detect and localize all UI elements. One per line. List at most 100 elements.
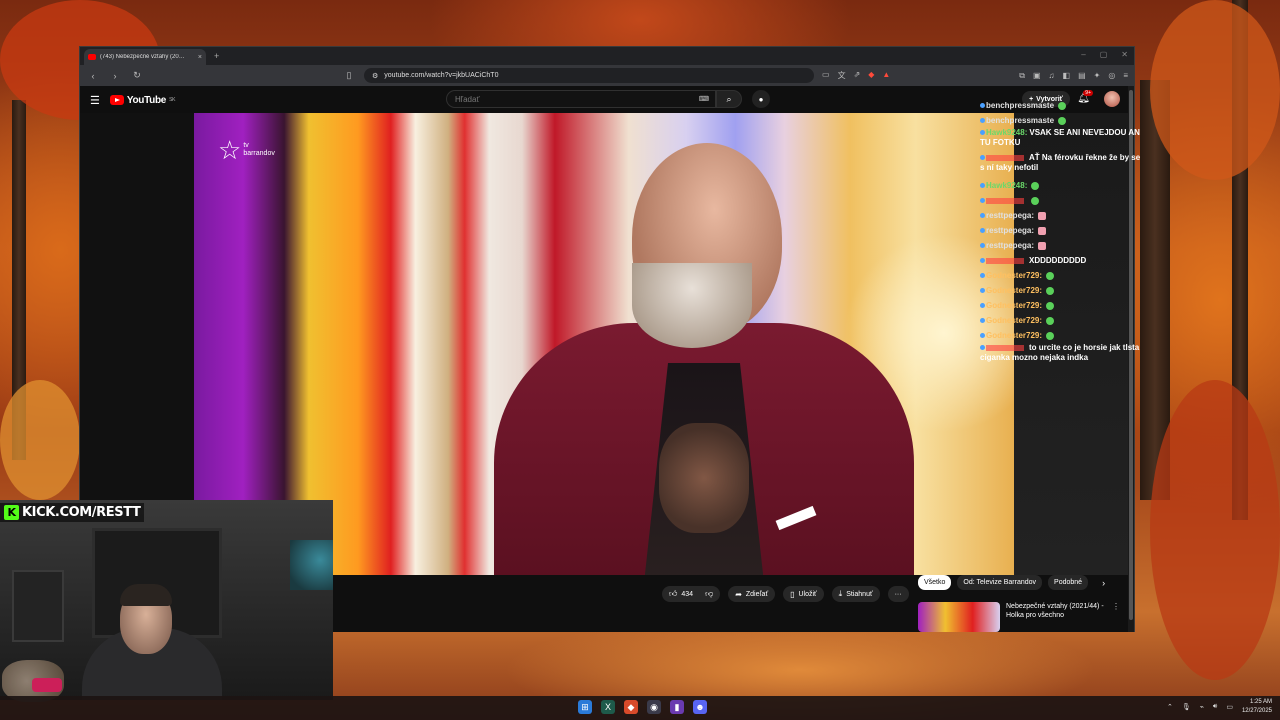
chat-username[interactable] xyxy=(986,344,1024,351)
chip-related[interactable]: Podobné xyxy=(1048,575,1089,590)
system-tray: ⌃ 🎙︎ ⌁ 🔊︎ ▭ 1:25 AM 12/27/2025 xyxy=(1167,698,1272,716)
obs-icon[interactable]: ◉ xyxy=(647,700,661,714)
chat-emote-icon xyxy=(1046,286,1055,295)
extensions-toolbar: ⧉ ▣ ♫ ◧ ▤ ✦ ◎ ≡ xyxy=(1019,71,1128,81)
foliage xyxy=(1150,0,1280,180)
chat-username[interactable]: benchpressmaste xyxy=(986,101,1054,110)
close-window-button[interactable]: ✕ xyxy=(1121,50,1128,59)
extensions-icon[interactable]: ⧉ xyxy=(1019,71,1025,81)
share-icon[interactable]: ⇗ xyxy=(854,70,861,81)
youtube-logo[interactable]: YouTube SK xyxy=(109,95,175,106)
more-actions-button[interactable]: ··· xyxy=(887,586,909,602)
recommended-title[interactable]: Nebezpečné vztahy (2021/44) - Holka pro … xyxy=(1006,602,1106,632)
chip-from-channel[interactable]: Od: Televize Barrandov xyxy=(957,575,1043,590)
chat-badge-icon xyxy=(980,118,985,124)
chat-message: Hawk9248: VSAK SE ANI NEVEJDOU AN TU FOTK… xyxy=(980,128,1142,148)
beard xyxy=(632,263,752,348)
brave-browser-icon[interactable]: ◆ xyxy=(624,700,638,714)
chat-username[interactable]: resttpepega: xyxy=(986,226,1034,235)
search-input[interactable]: Hľadať ⌨ xyxy=(446,90,716,108)
clock[interactable]: 1:25 AM 12/27/2025 xyxy=(1242,698,1272,716)
volume-icon[interactable]: 🔊︎ xyxy=(1213,703,1217,711)
more-icon: ··· xyxy=(894,590,902,598)
chat-badge-icon xyxy=(980,198,985,204)
voice-search-button[interactable]: ● xyxy=(752,90,770,108)
search-button[interactable]: ⌕ xyxy=(716,90,742,108)
chat-username[interactable]: Godnester729: xyxy=(986,301,1042,310)
new-tab-button[interactable]: + xyxy=(214,51,219,61)
chat-username[interactable] xyxy=(986,257,1024,264)
chevron-right-icon[interactable]: › xyxy=(1102,578,1105,588)
kebab-menu-icon[interactable]: ⋮ xyxy=(1112,602,1120,632)
chat-username[interactable]: Godnester729: xyxy=(986,316,1042,325)
screenshot-icon[interactable]: ▣ xyxy=(1033,71,1041,81)
chat-message: resttpepega: xyxy=(980,223,1150,238)
chat-username[interactable]: Hawk9248: xyxy=(986,128,1027,137)
tray-chevron-icon[interactable]: ⌃ xyxy=(1167,703,1173,711)
lamp xyxy=(290,540,333,590)
menu-icon[interactable]: ≡ xyxy=(1123,71,1128,81)
reload-icon[interactable]: ↻ xyxy=(130,70,144,81)
wallet-icon[interactable]: ✦ xyxy=(1094,71,1101,81)
keyboard-icon[interactable]: ⌨ xyxy=(699,95,709,103)
chat-username[interactable]: resttpepega: xyxy=(986,211,1034,220)
chat-message: benchpressmaste xyxy=(980,113,1150,128)
excel-icon[interactable]: X xyxy=(601,700,615,714)
forward-icon[interactable]: › xyxy=(108,71,122,81)
chat-username[interactable] xyxy=(986,197,1024,204)
vpn-icon[interactable]: ◎ xyxy=(1108,71,1115,81)
chat-username[interactable]: benchpressmaste xyxy=(986,116,1054,125)
share-label: Zdieľať xyxy=(745,590,769,598)
chat-username[interactable]: resttpepega: xyxy=(986,241,1034,250)
discord-icon[interactable]: ☻ xyxy=(693,700,707,714)
chip-all[interactable]: Všetko xyxy=(918,575,952,590)
close-tab-icon[interactable]: × xyxy=(198,54,202,61)
hamburger-menu-icon[interactable]: ☰ xyxy=(90,94,100,107)
chat-username[interactable]: Godnester729: xyxy=(986,331,1042,340)
save-button[interactable]: ▯ Uložiť xyxy=(783,586,824,602)
download-icon: ⤓ xyxy=(838,589,843,598)
like-button[interactable]: 👍︎ 434 👎︎ xyxy=(662,586,721,602)
back-icon[interactable]: ‹ xyxy=(86,71,100,81)
brave-shield-icon[interactable]: ◆ xyxy=(868,70,874,81)
maximize-button[interactable]: ▢ xyxy=(1100,50,1108,59)
save-label: Uložiť xyxy=(798,590,817,598)
recommended-video[interactable]: Nebezpečné vztahy (2021/44) - Holka pro … xyxy=(918,602,1120,632)
watermark-tv: tv xyxy=(243,142,249,150)
chat-username[interactable]: Godnester729: xyxy=(986,286,1042,295)
reader-icon[interactable]: ▭ xyxy=(822,70,830,81)
chat-badge-icon xyxy=(980,130,985,136)
share-button[interactable]: ➦ Zdieľať xyxy=(728,586,776,602)
chat-badge-icon xyxy=(980,303,985,309)
chat-message: benchpressmaste xyxy=(980,98,1150,113)
media-icon[interactable]: ♫ xyxy=(1049,71,1055,81)
chat-emote-icon xyxy=(1038,241,1047,250)
video-thumbnail[interactable] xyxy=(918,602,1000,632)
bookmark-icon[interactable]: ▯ xyxy=(342,70,356,81)
chat-message: Godnester729: xyxy=(980,283,1150,298)
shirt-print xyxy=(659,423,749,533)
twitch-icon[interactable]: ▮ xyxy=(670,700,684,714)
chat-badge-icon xyxy=(980,333,985,339)
rewards-icon[interactable]: ▲ xyxy=(882,70,890,81)
windows-start-icon[interactable]: ⊞ xyxy=(578,700,592,714)
chat-username[interactable] xyxy=(986,154,1024,161)
sidebar-icon[interactable]: ◧ xyxy=(1063,71,1071,81)
browser-tab[interactable]: (743) Nebezpečné vztahy (20… × xyxy=(84,49,206,65)
watermark-text: barrandov xyxy=(243,150,275,157)
battery-icon[interactable]: ▭ xyxy=(1226,703,1233,711)
download-button[interactable]: ⤓ Stiahnuť xyxy=(831,586,880,602)
translate-icon[interactable]: 文 xyxy=(838,70,846,81)
minimize-button[interactable]: – xyxy=(1081,50,1085,59)
chat-username[interactable]: Hawk9248: xyxy=(986,181,1027,190)
url-field[interactable]: ⚙ youtube.com/watch?v=jkbUACiChT0 xyxy=(364,68,814,83)
chat-username[interactable]: Godnester729: xyxy=(986,271,1042,280)
network-icon[interactable]: ⌁ xyxy=(1200,703,1204,711)
chat-emote-icon xyxy=(1046,301,1055,310)
microphone-tray-icon[interactable]: 🎙︎ xyxy=(1182,703,1191,711)
thumbs-down-icon[interactable]: 👎︎ xyxy=(705,589,713,599)
tabs-icon[interactable]: ▤ xyxy=(1078,71,1086,81)
chat-message: Godnester729: xyxy=(980,313,1150,328)
site-info-icon[interactable]: ⚙ xyxy=(372,72,378,80)
chat-message: Godnester729: xyxy=(980,328,1150,343)
